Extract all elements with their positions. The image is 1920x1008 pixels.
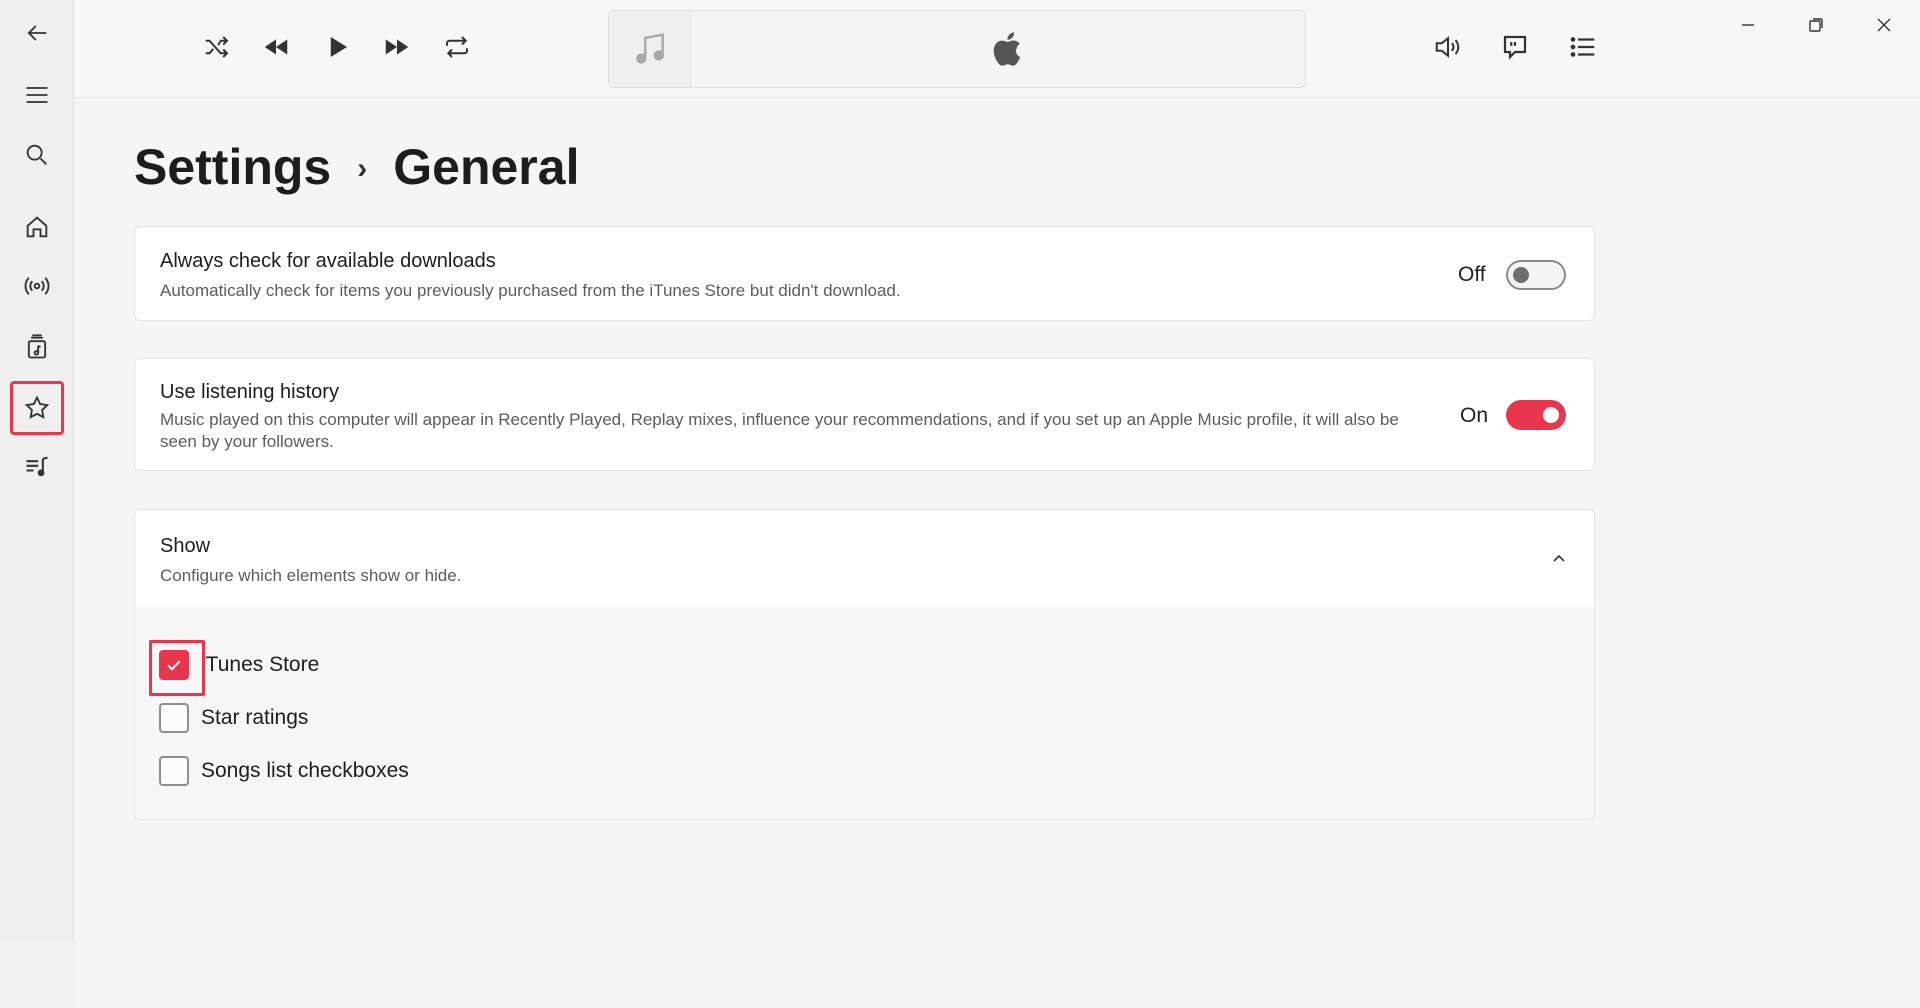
previous-icon [264, 39, 288, 55]
setting-description: Automatically check for items you previo… [160, 281, 901, 300]
search-icon [26, 144, 47, 165]
queue-button[interactable] [1558, 22, 1608, 72]
menu-button[interactable] [10, 68, 64, 122]
playlists-button[interactable] [10, 440, 64, 494]
breadcrumb-separator: › [357, 152, 368, 185]
setting-title: Show [160, 535, 211, 557]
star-icon [24, 395, 50, 419]
player-toolbar [74, 0, 1920, 98]
repeat-icon [446, 36, 468, 58]
toggle-state-label: Off [1458, 263, 1486, 286]
checkbox-label: Star ratings [201, 706, 309, 729]
checkbox-label: iTunes Store [201, 653, 320, 676]
show-expander-header[interactable]: Show Configure which elements show or hi… [134, 509, 1595, 608]
show-option-itunes-store[interactable]: iTunes Store [149, 640, 320, 696]
setting-title: Use listening history [160, 381, 339, 403]
queue-icon [1570, 37, 1595, 57]
favorites-button[interactable] [10, 381, 64, 435]
repeat-button[interactable] [432, 22, 482, 72]
sidebar-footer [0, 940, 78, 1008]
songs-list-checkboxes-checkbox[interactable] [159, 756, 189, 786]
play-icon [330, 37, 347, 57]
lyrics-icon [1503, 35, 1527, 60]
setting-title: Always check for available downloads [160, 250, 496, 272]
volume-icon [1435, 36, 1460, 58]
show-option-star-ratings[interactable]: Star ratings [159, 701, 308, 735]
back-arrow-icon [27, 25, 47, 41]
toggle-state-label: On [1460, 404, 1489, 427]
downloads-toggle[interactable] [1506, 260, 1566, 290]
songs-list-checkbox-wrap [159, 756, 189, 786]
star-ratings-checkbox-wrap [159, 703, 189, 733]
music-note-icon [635, 33, 664, 64]
apple-logo-icon [993, 32, 1021, 66]
history-toggle[interactable] [1506, 400, 1566, 430]
now-playing-display[interactable] [608, 10, 1306, 88]
hamburger-menu-icon [26, 87, 48, 103]
close-button[interactable] [1854, 4, 1914, 46]
star-ratings-checkbox[interactable] [159, 703, 189, 733]
radio-button[interactable] [10, 259, 64, 313]
show-option-songs-list-checkboxes[interactable]: Songs list checkboxes [159, 754, 409, 788]
radio-icon [24, 277, 50, 295]
breadcrumb: Settings › General [134, 136, 579, 198]
chevron-up-icon[interactable] [1550, 550, 1568, 568]
home-button[interactable] [10, 200, 64, 254]
close-icon [1877, 18, 1891, 32]
shuffle-icon [205, 36, 229, 58]
back-button[interactable] [10, 6, 64, 60]
sidebar [0, 0, 74, 940]
toggle-knob [1543, 407, 1559, 423]
history-setting-card: Use listening history Music played on th… [134, 358, 1595, 471]
setting-description: Configure which elements show or hide. [160, 566, 462, 585]
checkbox-label: Songs list checkboxes [201, 759, 409, 782]
play-button[interactable] [312, 22, 362, 72]
show-options-panel: iTunes Store Star ratings Songs list che… [134, 607, 1595, 820]
shuffle-button[interactable] [192, 22, 242, 72]
minimize-icon [1742, 24, 1754, 26]
library-icon [27, 334, 47, 359]
itunes-store-checkbox-wrap [149, 640, 205, 696]
next-icon [385, 39, 409, 55]
search-button[interactable] [10, 128, 64, 182]
downloads-setting-card: Always check for available downloads Aut… [134, 226, 1595, 321]
setting-description: Music played on this computer will appea… [160, 410, 1399, 451]
toggle-knob [1513, 267, 1529, 283]
page-title: General [393, 139, 580, 195]
checkmark-icon [167, 660, 181, 671]
lyrics-button[interactable] [1490, 22, 1540, 72]
previous-button[interactable] [251, 22, 301, 72]
library-button[interactable] [10, 320, 64, 374]
playlist-icon [26, 456, 48, 477]
restore-icon [1809, 18, 1823, 32]
itunes-store-checkbox[interactable] [159, 650, 189, 680]
home-icon [26, 216, 48, 238]
album-art-placeholder [609, 11, 691, 87]
breadcrumb-parent[interactable]: Settings [134, 138, 331, 196]
minimize-button[interactable] [1718, 4, 1778, 46]
restore-button[interactable] [1786, 4, 1846, 46]
next-button[interactable] [372, 22, 422, 72]
volume-button[interactable] [1423, 22, 1473, 72]
